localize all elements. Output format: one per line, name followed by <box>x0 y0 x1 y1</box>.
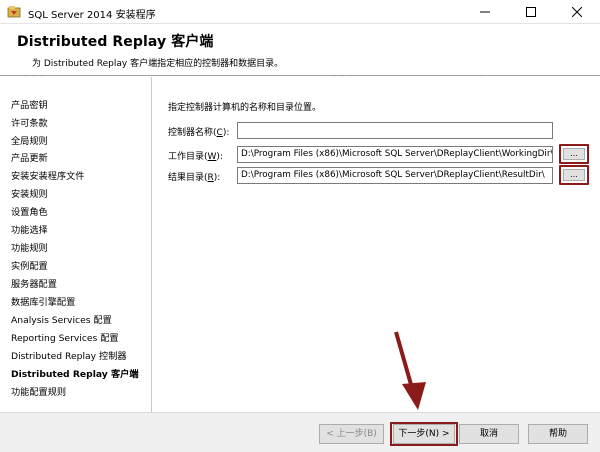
nav-item-feature-selection[interactable]: 功能选择 <box>11 222 48 236</box>
result-dir-browse-highlight: ... <box>559 165 589 185</box>
nav-item-install-rules[interactable]: 安装规则 <box>11 186 48 200</box>
back-button[interactable]: < 上一步(B) <box>319 424 384 444</box>
minimize-icon <box>480 11 490 13</box>
sql-server-app-icon <box>7 6 21 18</box>
controller-name-label: 控制器名称(C): <box>168 128 230 138</box>
page-title: Distributed Replay 客户端 <box>17 34 214 50</box>
working-dir-input[interactable]: D:\Program Files (x86)\Microsoft SQL Ser… <box>237 146 553 163</box>
intro-text: 指定控制器计算机的名称和目录位置。 <box>168 103 322 113</box>
close-button[interactable] <box>554 0 600 24</box>
main-content: 指定控制器计算机的名称和目录位置。 控制器名称(C): 工作目录(W): D:\… <box>153 77 600 412</box>
nav-item-server-config[interactable]: 服务器配置 <box>11 276 57 290</box>
annotation-arrow-icon <box>394 331 426 410</box>
help-button[interactable]: 帮助 <box>528 424 588 444</box>
controller-name-input[interactable] <box>237 122 553 139</box>
title-bar: SQL Server 2014 安装程序 <box>0 0 600 24</box>
nav-item-db-engine-config[interactable]: 数据库引擎配置 <box>11 294 75 308</box>
step-navigation: 产品密钥 许可条款 全局规则 产品更新 安装安装程序文件 安装规则 设置角色 功… <box>0 77 152 412</box>
nav-item-reporting-services-config[interactable]: Reporting Services 配置 <box>11 330 119 344</box>
minimize-button[interactable] <box>462 0 508 24</box>
maximize-icon <box>526 7 536 17</box>
result-dir-browse-button[interactable]: ... <box>563 169 585 181</box>
close-icon <box>572 7 582 17</box>
nav-item-instance-config[interactable]: 实例配置 <box>11 258 48 272</box>
working-dir-browse-highlight: ... <box>559 144 589 164</box>
nav-item-license-terms[interactable]: 许可条款 <box>11 115 48 129</box>
cancel-button[interactable]: 取消 <box>459 424 519 444</box>
nav-item-setup-role[interactable]: 设置角色 <box>11 204 48 218</box>
nav-item-dreplay-client[interactable]: Distributed Replay 客户端 <box>11 366 139 380</box>
maximize-button[interactable] <box>508 0 554 24</box>
nav-item-product-key[interactable]: 产品密钥 <box>11 97 48 111</box>
nav-item-global-rules[interactable]: 全局规则 <box>11 133 48 147</box>
nav-item-dreplay-controller[interactable]: Distributed Replay 控制器 <box>11 348 127 362</box>
nav-item-analysis-services-config[interactable]: Analysis Services 配置 <box>11 312 112 326</box>
next-button[interactable]: 下一步(N) > <box>393 424 455 444</box>
nav-item-install-setup-files[interactable]: 安装安装程序文件 <box>11 168 85 182</box>
working-dir-browse-button[interactable]: ... <box>563 148 585 160</box>
nav-item-product-updates[interactable]: 产品更新 <box>11 150 48 164</box>
nav-item-feature-rules[interactable]: 功能规则 <box>11 240 48 254</box>
result-dir-input[interactable]: D:\Program Files (x86)\Microsoft SQL Ser… <box>237 167 553 184</box>
window-title: SQL Server 2014 安装程序 <box>28 10 156 21</box>
footer-bar: < 上一步(B) 下一步(N) > 取消 帮助 <box>0 412 600 452</box>
working-dir-label: 工作目录(W): <box>168 152 223 162</box>
page-subtitle: 为 Distributed Replay 客户端指定相应的控制器和数据目录。 <box>32 59 284 69</box>
result-dir-label: 结果目录(R): <box>168 173 221 183</box>
page-header: Distributed Replay 客户端 为 Distributed Rep… <box>0 24 600 76</box>
nav-item-feature-config-rules[interactable]: 功能配置规则 <box>11 384 66 398</box>
